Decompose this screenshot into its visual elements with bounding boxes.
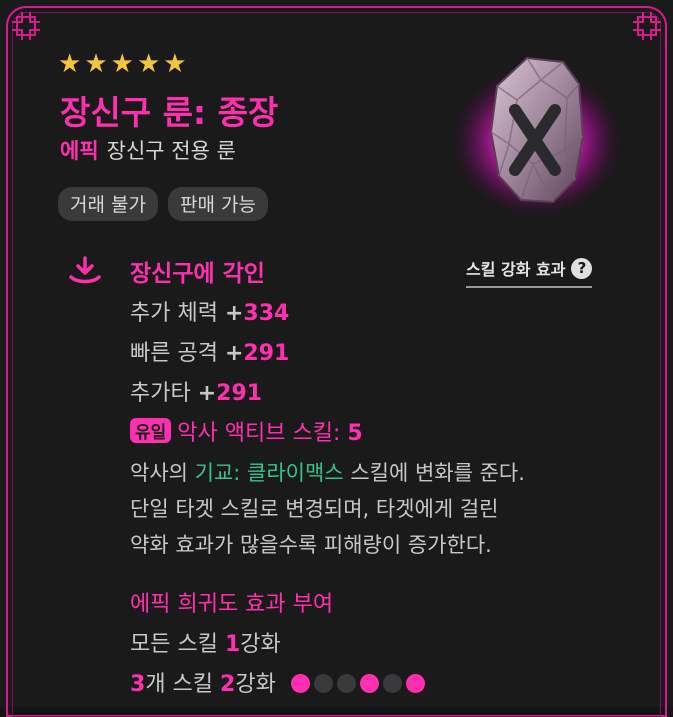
- unique-skill-value: 5: [347, 421, 363, 446]
- tag-untradable: 거래 불가: [58, 187, 158, 221]
- engrave-section-title: 장신구에 각인: [130, 261, 265, 287]
- rating-stars: ★ ★ ★ ★ ★: [58, 50, 187, 78]
- star-icon: ★: [163, 49, 187, 79]
- skill-slot-dot-empty: [313, 674, 333, 693]
- unique-skill-text: 악사 액티브 스킬:: [177, 421, 341, 446]
- star-icon: ★: [84, 49, 108, 79]
- rarity-bonus-line-2: 3개 스킬 2강화: [130, 666, 425, 698]
- skill-description: 악사의 기교: 클라이맥스 스킬에 변화를 준다. 단일 타겟 스킬로 변경되며…: [130, 455, 525, 563]
- stat-label: 추가 체력: [130, 301, 218, 326]
- item-tooltip-card: ★ ★ ★ ★ ★ 장신구 룬: 종장 에픽 장신구 전용 룬 거래 불가 판매 …: [0, 0, 673, 717]
- rarity-bonus-num: 2: [220, 672, 236, 697]
- rune-stone-icon: [449, 56, 625, 216]
- stat-plus: +: [197, 381, 217, 406]
- description-line-1: 악사의 기교: 클라이맥스 스킬에 변화를 준다.: [130, 455, 525, 491]
- stat-value: 334: [243, 301, 290, 326]
- star-icon: ★: [58, 49, 82, 79]
- stat-label: 추가타: [130, 381, 191, 406]
- rarity-bonus-title: 에픽 희귀도 효과 부여: [130, 592, 334, 617]
- rarity-bonus-text: 강화: [235, 672, 276, 697]
- item-type: 장신구 전용 룬: [106, 139, 236, 163]
- stat-line: 추가 체력 +334: [130, 295, 289, 327]
- corner-knot-icon: [633, 12, 661, 40]
- skill-slot-dot-filled: [359, 674, 379, 693]
- stat-value: 291: [216, 381, 263, 406]
- description-line-2: 단일 타겟 스킬로 변경되며, 타겟에게 걸린: [130, 497, 499, 521]
- skill-slot-dot-filled: [405, 674, 425, 693]
- unique-skill-line: 유일 악사 액티브 스킬: 5: [130, 415, 363, 447]
- item-subtitle: 에픽 장신구 전용 룬: [60, 135, 236, 165]
- skill-slot-dots: [290, 674, 425, 693]
- skill-effect-link-label: 스킬 강화 효과: [466, 260, 566, 279]
- stat-label: 빠른 공격: [130, 341, 218, 366]
- rarity-bonus-text: 개 스킬: [145, 672, 221, 697]
- item-tags: 거래 불가 판매 가능: [58, 187, 268, 221]
- item-rarity: 에픽: [60, 139, 99, 163]
- description-line-3: 약화 효과가 많을수록 피해량이 증가한다.: [130, 533, 492, 557]
- stat-plus: +: [224, 341, 244, 366]
- rarity-bonus-text: 모든 스킬: [130, 632, 225, 657]
- tag-sellable: 판매 가능: [167, 187, 268, 221]
- rarity-bonus-line-1: 모든 스킬 1강화: [130, 626, 281, 658]
- skill-effect-link[interactable]: 스킬 강화 효과 ?: [466, 256, 593, 288]
- skill-slot-dot-empty: [336, 674, 356, 693]
- unique-badge: 유일: [130, 418, 172, 443]
- rarity-bonus-num: 3: [130, 672, 146, 697]
- stat-plus: +: [224, 301, 244, 326]
- rarity-bonus-num: 1: [224, 632, 241, 657]
- description-text: 악사의: [130, 461, 195, 485]
- skill-slot-dot-empty: [382, 674, 402, 693]
- stat-line: 빠른 공격 +291: [130, 335, 289, 367]
- star-icon: ★: [136, 49, 161, 79]
- engrave-download-icon: [69, 256, 101, 284]
- stat-line: 추가타 +291: [130, 375, 262, 407]
- description-text: 스킬에 변화를 준다.: [343, 461, 525, 485]
- item-name: 장신구 룬: 종장: [60, 93, 279, 132]
- star-icon: ★: [110, 49, 134, 79]
- help-icon[interactable]: ?: [571, 257, 593, 279]
- stat-value: 291: [243, 341, 290, 366]
- rarity-bonus-text: 강화: [240, 632, 281, 657]
- skill-slot-dot-filled: [290, 674, 310, 693]
- description-skill-name: 기교: 클라이맥스: [194, 461, 344, 485]
- corner-knot-icon: [12, 12, 40, 40]
